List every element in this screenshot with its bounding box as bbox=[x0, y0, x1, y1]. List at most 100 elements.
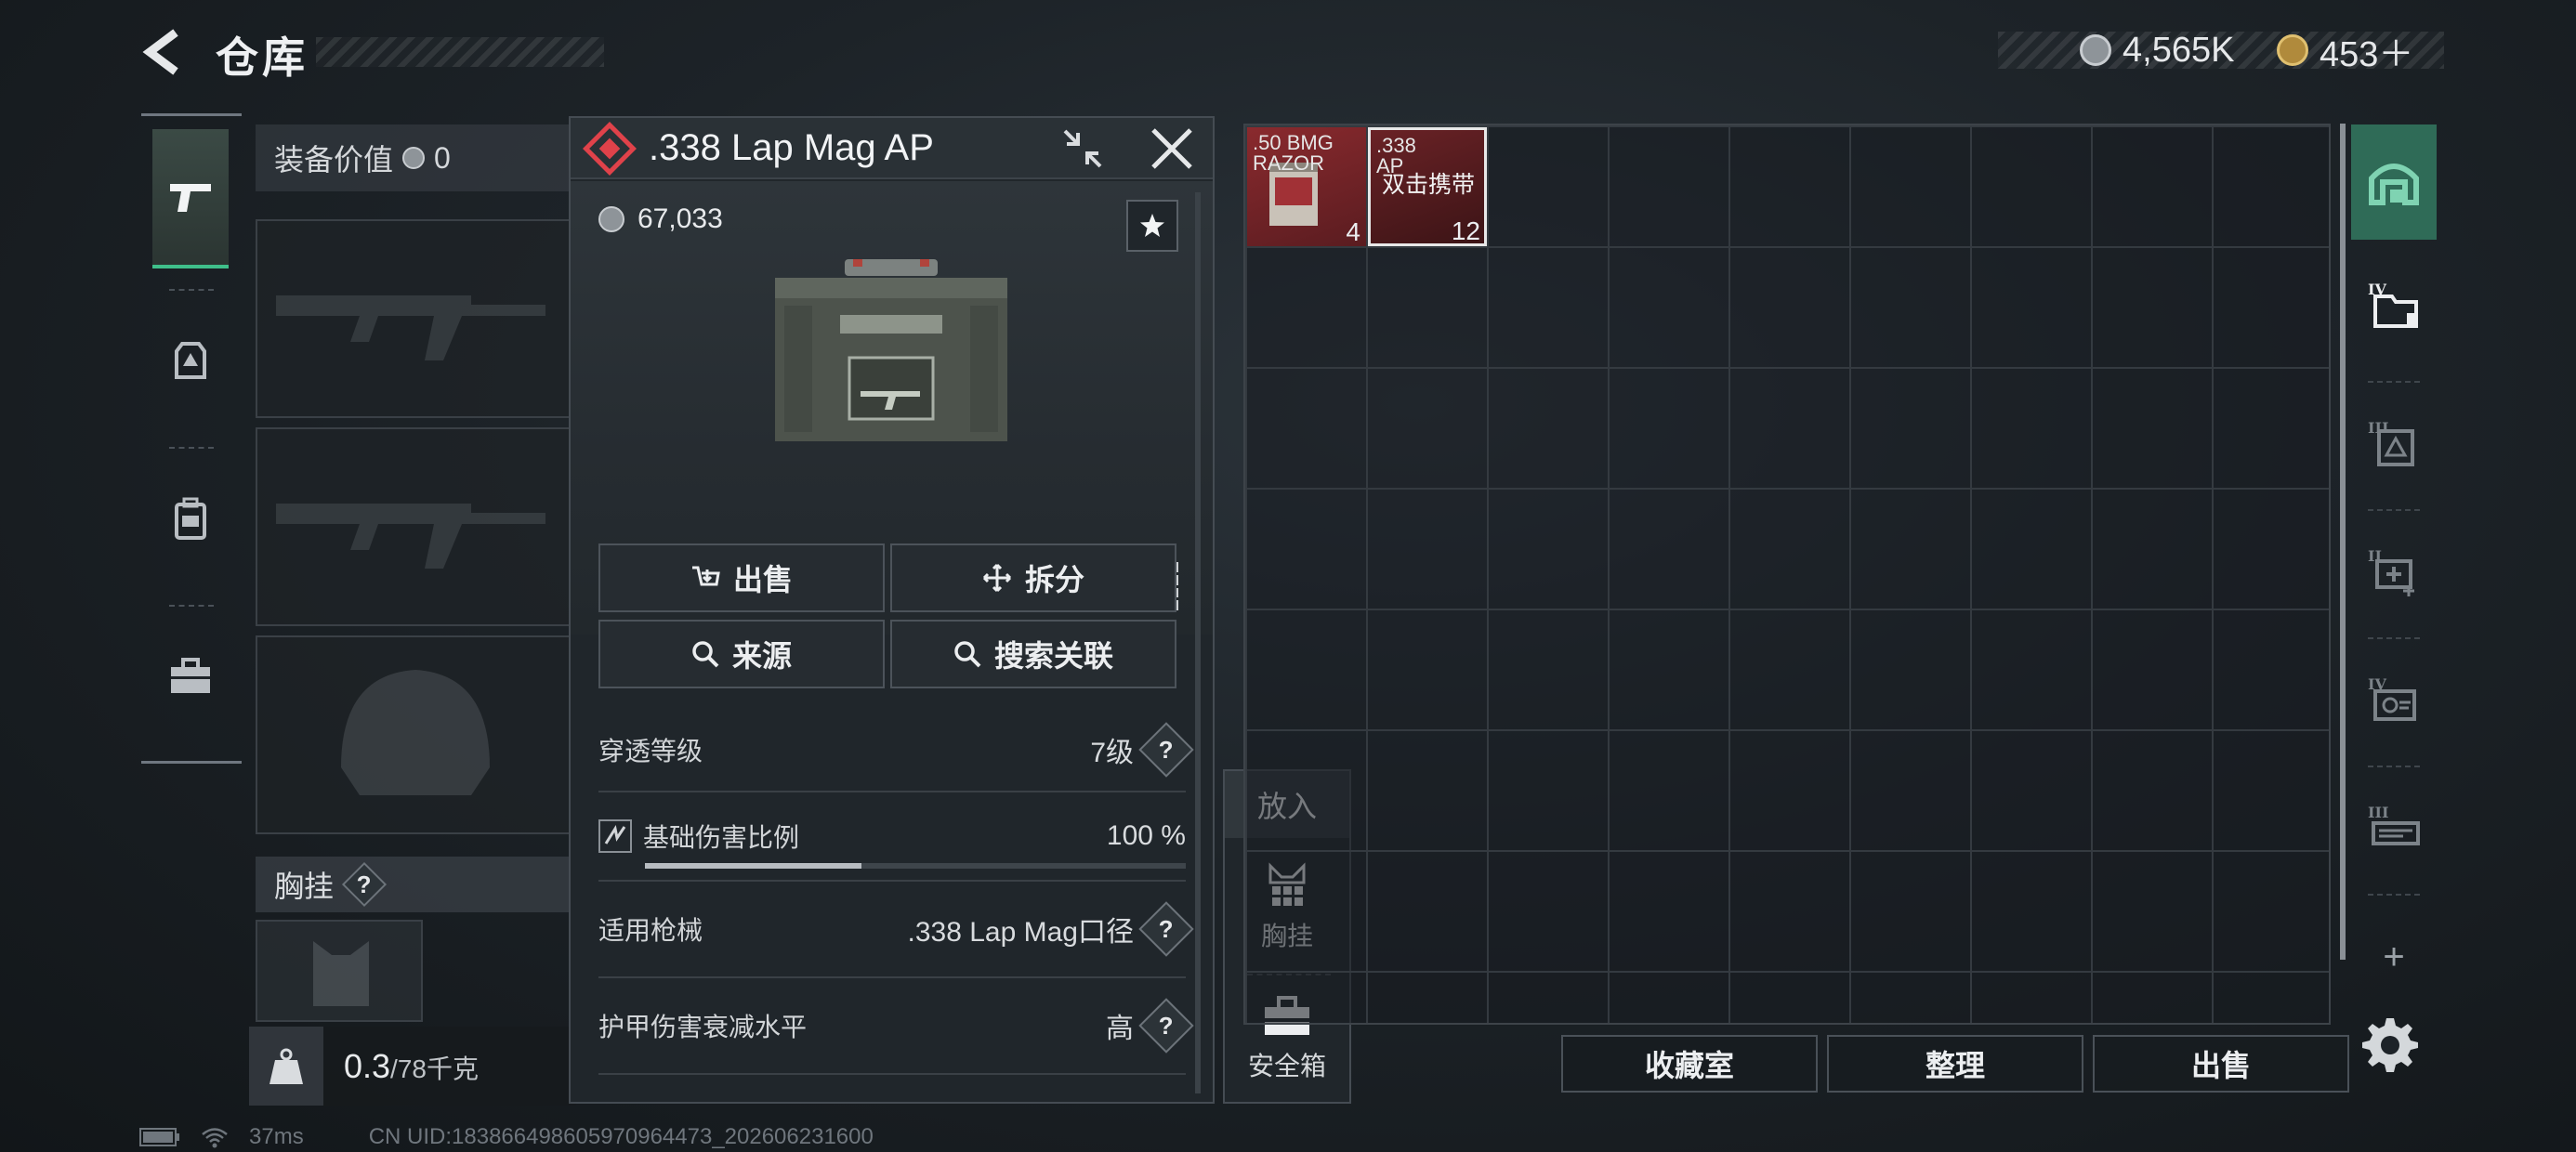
equipment-value-header: 装备价值 0 bbox=[256, 124, 576, 191]
gold-currency[interactable]: 453＋ bbox=[2277, 32, 2413, 74]
equipment-value-label: 装备价值 bbox=[274, 143, 394, 177]
search-icon bbox=[954, 641, 981, 668]
settings-gear-icon[interactable] bbox=[2360, 1015, 2420, 1074]
weight-icon bbox=[249, 1027, 323, 1106]
stat-label: 适用枪械 bbox=[598, 916, 703, 945]
close-icon[interactable] bbox=[1149, 125, 1195, 172]
split-label: 拆分 bbox=[1024, 563, 1084, 596]
storage-tabs-bar: IV III II IV III + bbox=[2351, 123, 2437, 1024]
chest-rig-silhouette-icon bbox=[313, 941, 369, 1006]
help-mark: ? bbox=[1159, 1011, 1174, 1040]
gear-box-level4-icon: IV bbox=[2368, 675, 2416, 721]
stat-value: 7级 bbox=[1090, 738, 1134, 768]
vault-button[interactable]: 收藏室 bbox=[1561, 1035, 1818, 1093]
split-button[interactable]: 拆分 bbox=[890, 543, 1176, 612]
detail-scrollbar-track[interactable] bbox=[1195, 192, 1201, 1093]
back-arrow-icon bbox=[142, 29, 178, 75]
secondary-weapon-slot[interactable] bbox=[256, 427, 576, 626]
sidebar-tab-case[interactable] bbox=[152, 607, 229, 746]
inventory-item-count: 4 bbox=[1346, 217, 1360, 246]
chest-rig-slot[interactable] bbox=[256, 920, 423, 1022]
stat-value: .338 Lap Mag口径 bbox=[907, 917, 1134, 948]
storage-tab-divider bbox=[2368, 637, 2420, 639]
helmet-slot[interactable] bbox=[256, 635, 576, 834]
sell-button[interactable]: 出售 bbox=[2093, 1035, 2349, 1093]
svg-text:III: III bbox=[2368, 804, 2388, 821]
stat-help-button[interactable]: ? bbox=[1138, 901, 1194, 957]
stat-value: 高 bbox=[1106, 1014, 1134, 1044]
status-bar: 37ms CN UID:1838664986059709644​73_20260… bbox=[139, 1124, 874, 1150]
stat-row-compatible-weapons: 适用枪械 .338 Lap Mag口径? bbox=[598, 882, 1194, 978]
stat-row-base-damage: 基础伤害比例 100 % bbox=[598, 792, 1186, 882]
primary-weapon-slot[interactable] bbox=[256, 219, 576, 418]
inventory-item-name: .50 BMG RAZOR bbox=[1253, 131, 1334, 175]
chest-rig-help-button[interactable]: ? bbox=[341, 861, 388, 908]
battery-icon bbox=[139, 1128, 179, 1146]
plus-icon: + bbox=[2383, 936, 2405, 977]
folder-level4-icon: IV bbox=[2368, 281, 2418, 328]
medkit-level2-icon: II bbox=[2368, 547, 2414, 596]
collapse-icon[interactable] bbox=[1059, 125, 1106, 172]
search-icon bbox=[692, 641, 719, 668]
storage-tab-level2-medkit[interactable]: II bbox=[2351, 515, 2437, 630]
storage-tab-divider bbox=[2368, 381, 2420, 383]
pistol-icon bbox=[170, 184, 211, 212]
storage-tab-level4-folder[interactable]: IV bbox=[2351, 247, 2437, 362]
title-decoration bbox=[316, 37, 604, 67]
stat-label: 护甲伤害衰减水平 bbox=[598, 1013, 808, 1041]
stat-help-button[interactable]: ? bbox=[1138, 998, 1194, 1054]
rifle-silhouette-icon bbox=[276, 295, 545, 360]
toolbox-icon bbox=[171, 658, 210, 693]
storage-scrollbar[interactable] bbox=[2340, 124, 2346, 960]
storage-tab-main[interactable] bbox=[2351, 124, 2437, 240]
damage-progress-track bbox=[645, 863, 1186, 869]
chest-rig-section-label: 胸挂 ? bbox=[256, 857, 576, 912]
favorite-button[interactable] bbox=[1126, 200, 1178, 252]
sidebar-tab-armor[interactable] bbox=[152, 291, 229, 430]
carry-weight-text: 0.3/78千克 bbox=[323, 1047, 479, 1086]
inventory-item-338-ap[interactable]: .338 AP 双击携带 12 bbox=[1368, 127, 1487, 246]
storage-grid[interactable]: .50 BMG RAZOR 4 .338 AP 双击携带 12 bbox=[1243, 124, 2331, 1025]
sell-item-button[interactable]: 出售 bbox=[598, 543, 885, 612]
helmet-silhouette-icon bbox=[341, 670, 490, 795]
ping-value: 37ms bbox=[249, 1124, 304, 1149]
sidebar-tab-backpack[interactable] bbox=[152, 449, 229, 588]
source-button[interactable]: 来源 bbox=[598, 620, 885, 688]
search-related-label: 搜索关联 bbox=[993, 639, 1113, 673]
star-icon bbox=[1140, 214, 1164, 237]
back-button[interactable] bbox=[139, 26, 186, 78]
double-click-carry-hint: 双击携带 bbox=[1382, 172, 1476, 198]
silver-coin-icon bbox=[2080, 34, 2111, 66]
cart-icon bbox=[691, 566, 720, 586]
user-uid: CN UID:1838664986059709644​73_2026062316… bbox=[368, 1124, 874, 1149]
storage-tab-divider bbox=[2368, 894, 2420, 896]
ammo-rarity-icon bbox=[583, 122, 637, 176]
rifle-silhouette-icon bbox=[276, 504, 545, 569]
split-arrows-icon bbox=[982, 563, 1012, 593]
damage-icon bbox=[598, 819, 632, 853]
backpack-icon bbox=[175, 497, 206, 540]
stat-help-button[interactable]: ? bbox=[1138, 722, 1194, 778]
sell-item-label: 出售 bbox=[732, 563, 793, 596]
stat-label: 穿透等级 bbox=[598, 737, 703, 766]
gold-currency-amount: 453＋ bbox=[2320, 34, 2414, 74]
inventory-item-50bmg-razor[interactable]: .50 BMG RAZOR 4 bbox=[1247, 127, 1366, 246]
silver-currency-amount: 4,565K bbox=[2123, 30, 2235, 70]
armor-level3-icon: III bbox=[2368, 419, 2414, 466]
search-related-button[interactable]: 搜索关联 bbox=[890, 620, 1176, 688]
storage-tab-level3-weapon[interactable]: III bbox=[2351, 771, 2437, 886]
weight-max: /78千克 bbox=[390, 1054, 479, 1083]
weapon-case-level3-icon: III bbox=[2368, 804, 2420, 845]
wifi-icon bbox=[202, 1128, 228, 1148]
add-storage-tab-button[interactable]: + bbox=[2351, 899, 2437, 1015]
silver-currency[interactable]: 4,565K bbox=[2080, 30, 2235, 70]
item-name: .338 Lap Mag AP bbox=[649, 127, 934, 168]
silver-coin-icon bbox=[598, 206, 624, 232]
storage-tab-level4-gear[interactable]: IV bbox=[2351, 643, 2437, 758]
weight-current: 0.3 bbox=[344, 1046, 391, 1085]
item-detail-header: .338 Lap Mag AP bbox=[571, 118, 1213, 179]
organize-button[interactable]: 整理 bbox=[1827, 1035, 2083, 1093]
inventory-item-count: 12 bbox=[1451, 216, 1480, 245]
sidebar-tab-weapons[interactable] bbox=[152, 129, 229, 268]
storage-tab-level3-armor[interactable]: III bbox=[2351, 386, 2437, 502]
